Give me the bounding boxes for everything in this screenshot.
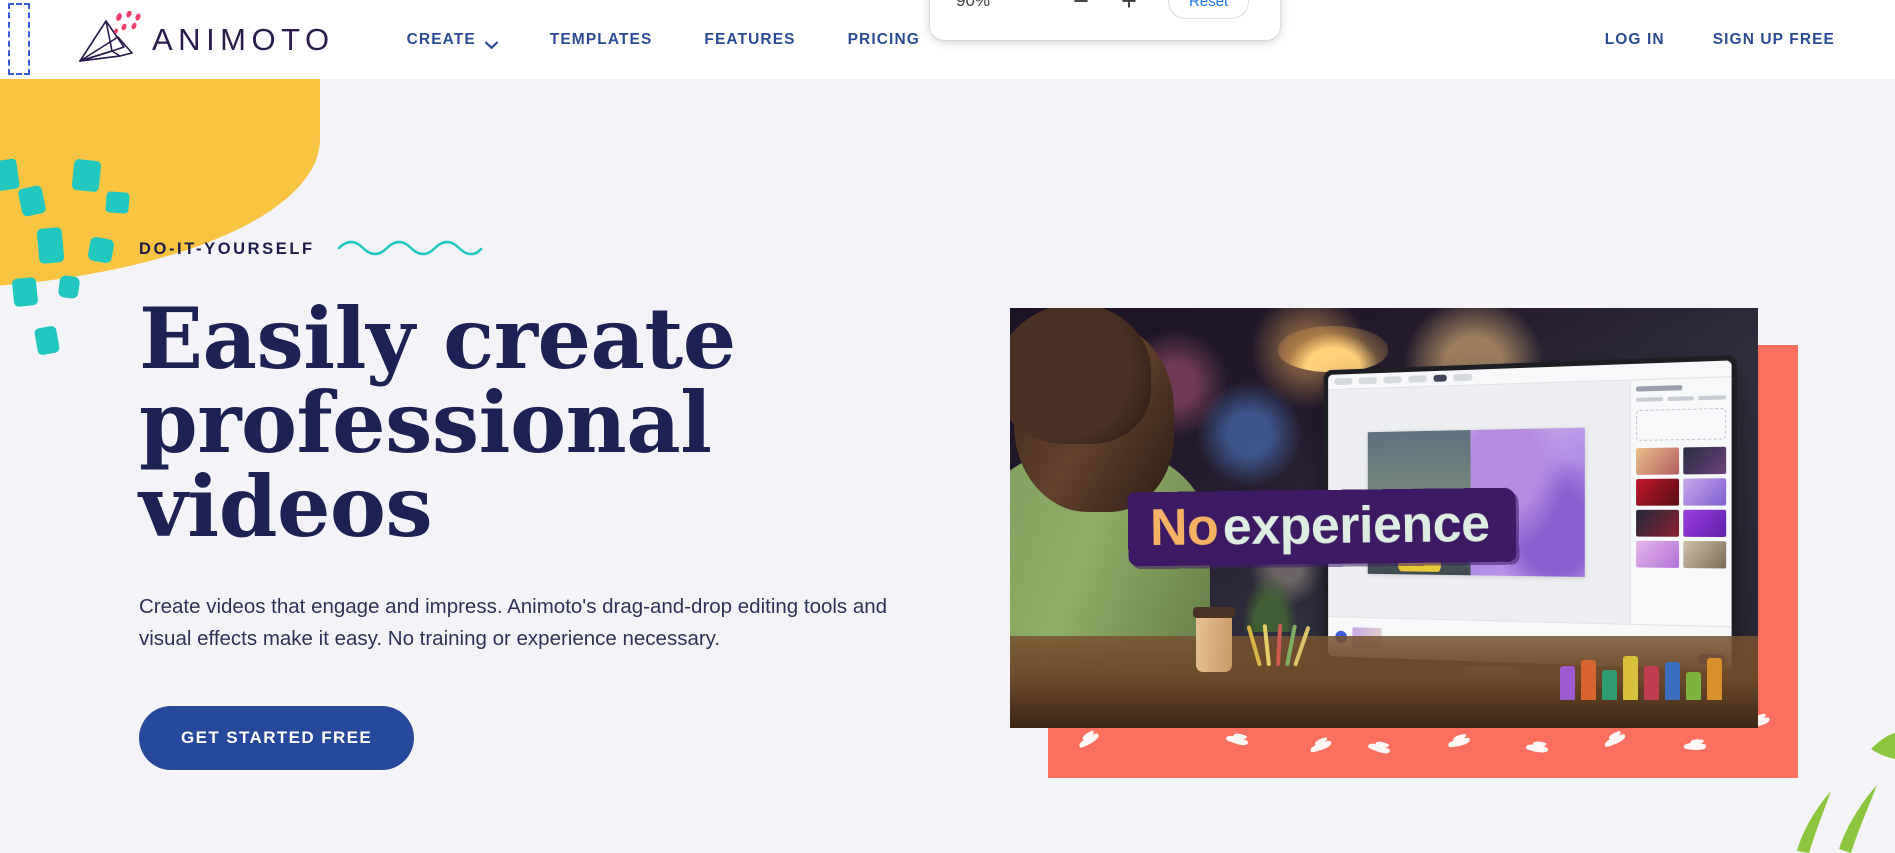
brand-logo-link[interactable]: ANIMOTO	[72, 0, 335, 79]
confetti-square	[36, 226, 65, 265]
hero-eyebrow-row: DO-IT-YOURSELF	[139, 238, 929, 261]
squiggle-decoration-icon	[337, 238, 483, 261]
confetti-square	[105, 191, 130, 214]
hero-eyebrow: DO-IT-YOURSELF	[139, 240, 315, 258]
zoom-reset-button[interactable]: Reset	[1168, 0, 1250, 19]
confetti-square	[57, 274, 81, 300]
nav-item-label: TEMPLATES	[549, 30, 653, 48]
hero-copy: DO-IT-YOURSELF Easily create professiona…	[139, 238, 929, 771]
log-in-link[interactable]: LOG IN	[1605, 31, 1665, 49]
confetti-square	[71, 158, 102, 193]
chevron-down-icon	[484, 36, 498, 49]
caption-word-no: No	[1149, 498, 1219, 558]
nav-item-create[interactable]: CREATE	[407, 31, 498, 49]
nav-item-label: FEATURES	[704, 30, 796, 48]
pencil-cup	[1246, 618, 1311, 667]
browser-zoom-popup: 90% − + Reset	[930, 0, 1280, 40]
page-root: ANIMOTO CREATE TEMPLATES FEATURES PRICIN…	[0, 0, 1895, 853]
nav-item-label: PRICING	[847, 30, 920, 48]
get-started-free-button[interactable]: GET STARTED FREE	[139, 706, 415, 771]
hero-title-line-2: professional videos	[139, 373, 712, 556]
confetti-square	[33, 325, 61, 356]
confetti-square	[11, 276, 39, 308]
sign-up-free-link[interactable]: SIGN UP FREE	[1713, 31, 1835, 49]
nav-item-pricing[interactable]: PRICING	[848, 31, 920, 49]
zoom-in-button[interactable]: +	[1112, 0, 1146, 18]
nav-item-features[interactable]: FEATURES	[704, 31, 795, 49]
video-caption: No experience	[1127, 487, 1516, 567]
page-title: Easily create professional videos	[139, 297, 929, 549]
nav-item-label: CREATE	[406, 30, 476, 48]
marker-set	[1560, 642, 1740, 700]
animoto-logo-icon	[72, 10, 150, 69]
nav-item-templates[interactable]: TEMPLATES	[550, 31, 653, 49]
zoom-out-button[interactable]: −	[1064, 0, 1098, 18]
header-actions: LOG IN SIGN UP FREE	[1605, 31, 1835, 49]
hero-video[interactable]: Chat	[1010, 308, 1758, 728]
caption-word-experience: experience	[1222, 494, 1490, 557]
coffee-cup	[1193, 607, 1235, 672]
skip-link-focus-ring[interactable]	[8, 3, 30, 75]
zoom-level-label: 90%	[956, 0, 991, 10]
brand-name: ANIMOTO	[152, 21, 335, 57]
desk-lamp-glow	[1278, 326, 1388, 372]
main-navigation: CREATE TEMPLATES FEATURES PRICING	[407, 31, 920, 49]
confetti-square	[87, 236, 115, 264]
hero-subtitle: Create videos that engage and impress. A…	[139, 595, 888, 650]
media-library-panel	[1629, 377, 1732, 627]
